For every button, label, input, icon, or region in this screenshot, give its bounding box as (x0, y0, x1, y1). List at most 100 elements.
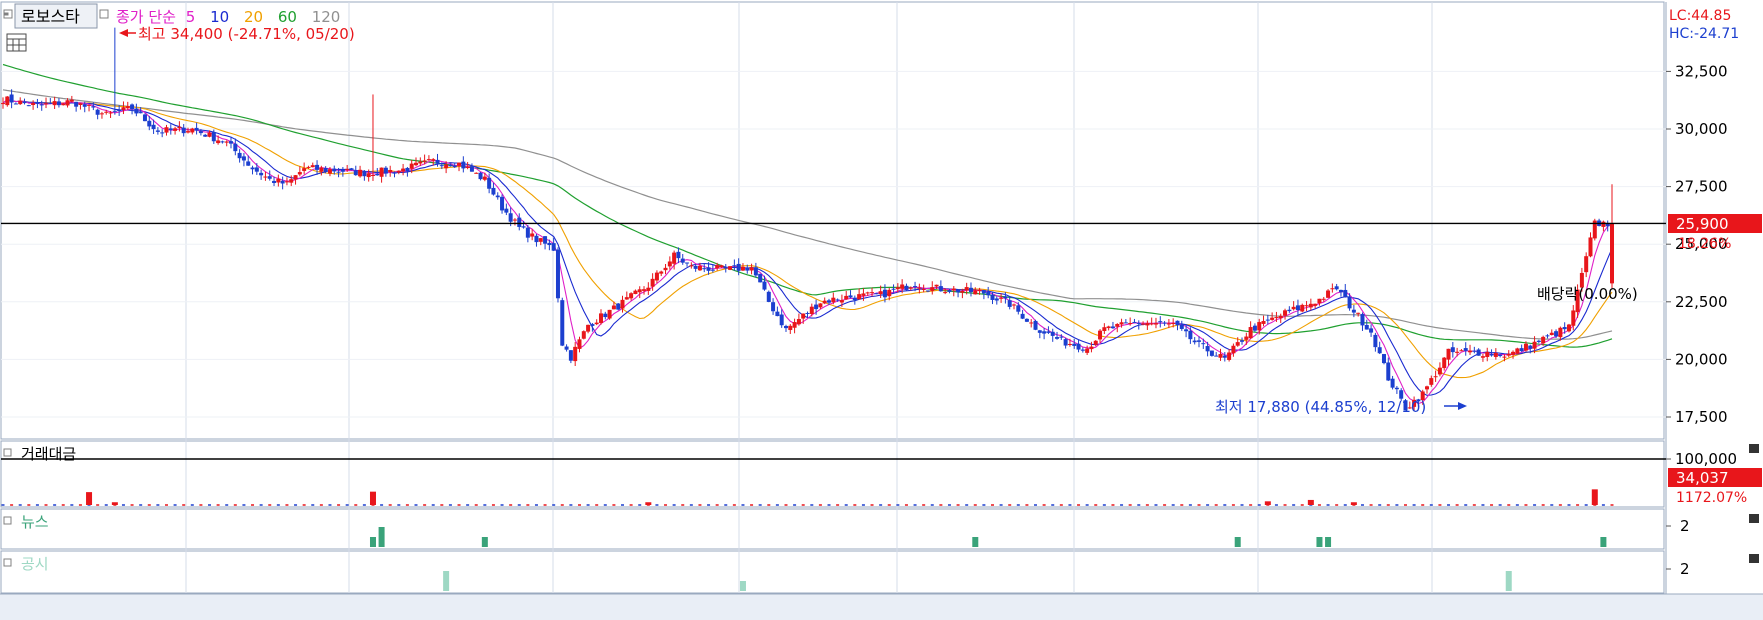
candle-body (1089, 346, 1094, 350)
candle-body (680, 258, 685, 263)
candle-body (1218, 354, 1223, 358)
candle-body (1145, 323, 1150, 326)
candle-body (1330, 288, 1335, 290)
candle-body (185, 131, 190, 133)
candle-body (900, 284, 905, 289)
candle-body (315, 164, 320, 170)
candle-body (740, 266, 745, 271)
candle-body (943, 292, 948, 294)
candle-body (766, 291, 771, 302)
candle-body (358, 169, 363, 177)
candle-body (1046, 331, 1051, 333)
candle-body (968, 287, 973, 293)
news-bar (1316, 537, 1323, 547)
candle-body (469, 166, 474, 172)
candle-body (1055, 337, 1060, 339)
news-tick-label: 2 (1680, 517, 1690, 535)
candle-body (91, 106, 96, 108)
candle-body (887, 289, 892, 297)
candle-body (1141, 323, 1146, 325)
candle-body (1425, 386, 1430, 390)
candle-body (999, 297, 1004, 299)
candle-body (1536, 340, 1541, 343)
candle-body (783, 325, 788, 329)
candle-body (310, 165, 315, 168)
candle-body (452, 165, 457, 168)
candle-body (1270, 317, 1275, 320)
candle-body (1059, 336, 1064, 338)
candle-body (1162, 322, 1167, 324)
candle-body (220, 141, 225, 143)
candle-body (831, 297, 836, 303)
news-toggle-icon[interactable] (3, 516, 12, 525)
candle-body (138, 112, 143, 114)
candle-body (1283, 310, 1288, 316)
candle-body (715, 265, 720, 269)
candle-body (375, 173, 380, 176)
candle-body (465, 166, 470, 168)
candle-body (1166, 323, 1171, 325)
news-panel-title: 뉴스 (21, 513, 49, 531)
candle-body (293, 175, 298, 180)
candle-body (547, 242, 552, 246)
candle-body (1308, 303, 1313, 308)
candle-body (917, 287, 922, 289)
candle-body (1171, 322, 1176, 325)
candle-body (1442, 357, 1447, 369)
candle-body (229, 141, 234, 144)
candle-body (1244, 336, 1249, 340)
stock-name: 로보스타 (21, 7, 80, 26)
price-change: 18.26% (1678, 236, 1731, 252)
candle-body (177, 126, 182, 129)
candle-body (1468, 350, 1473, 353)
candle-body (1347, 296, 1352, 309)
price-tick-label: 32,500 (1675, 62, 1728, 80)
candle-body (925, 290, 930, 292)
candle-body (1235, 342, 1240, 346)
candle-body (904, 285, 909, 290)
volume-bar (1264, 501, 1271, 505)
candle-body (1338, 289, 1343, 293)
candle-body (577, 339, 582, 349)
candle-body (1463, 348, 1468, 351)
candle-body (336, 171, 341, 173)
candle-body (1080, 349, 1085, 351)
candle-body (1128, 322, 1133, 324)
volume-bar (1591, 489, 1598, 505)
news-close-icon[interactable] (1749, 514, 1759, 523)
volume-toggle-icon[interactable] (3, 448, 12, 457)
candle-body (405, 167, 410, 172)
candle-body (108, 112, 113, 114)
candle-body (814, 304, 819, 310)
indicator-toggle-icon[interactable] (99, 9, 109, 19)
candle-body (504, 208, 509, 213)
volume-close-icon[interactable] (1749, 444, 1759, 453)
candle-body (237, 152, 242, 159)
candle-body (22, 101, 27, 104)
candle-body (495, 195, 500, 198)
candle-body (590, 324, 595, 326)
table-icon[interactable] (6, 33, 27, 52)
candle-body (508, 213, 513, 222)
disclosure-close-icon[interactable] (1749, 554, 1759, 563)
candle-body (383, 167, 388, 174)
candle-body (538, 238, 543, 242)
candle-body (147, 120, 152, 127)
candle-body (198, 131, 203, 134)
candle-body (1394, 387, 1399, 390)
candle-body (685, 262, 690, 264)
candle-body (1012, 304, 1017, 306)
candle-body (603, 313, 608, 318)
candle-body (418, 161, 423, 164)
candle-body (1343, 289, 1348, 297)
candle-body (736, 263, 741, 271)
candle-body (852, 297, 857, 301)
candle-body (1123, 322, 1128, 324)
candle-body (857, 294, 862, 300)
disclosure-toggle-icon[interactable] (3, 558, 12, 567)
stock-chart: 32,50030,00027,50025,00022,50020,00017,5… (0, 0, 1763, 620)
candle-body (246, 161, 251, 166)
candle-body (435, 159, 440, 164)
candle-body (607, 309, 612, 319)
candle-body (779, 314, 784, 326)
